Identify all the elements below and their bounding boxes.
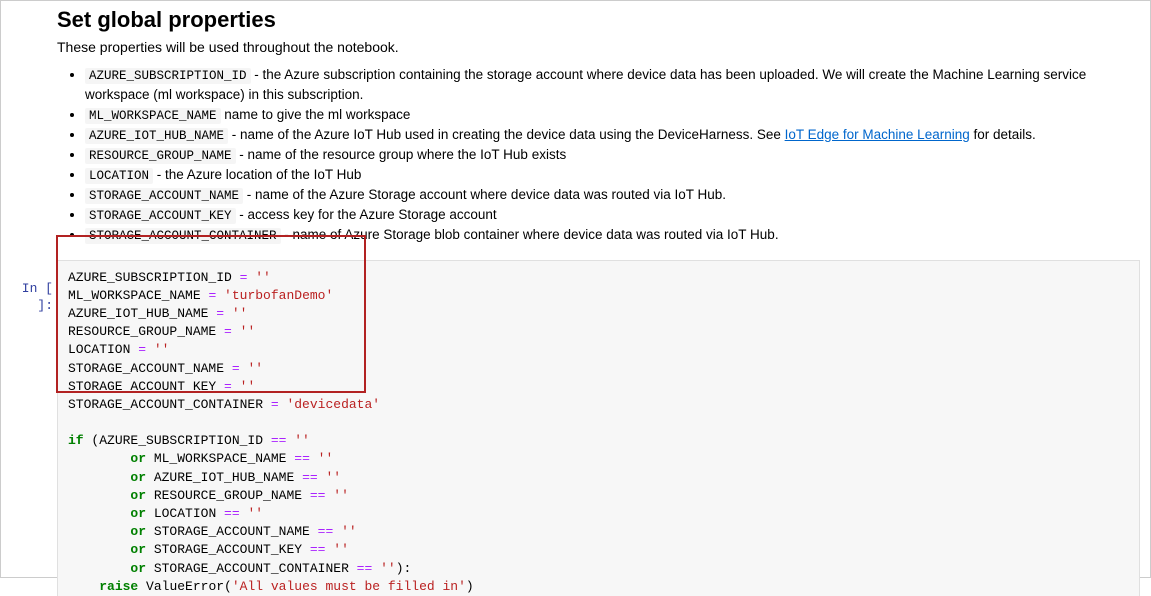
cell-gutter: In [ ]:: [1, 1, 57, 596]
list-item: STORAGE_ACCOUNT_NAME - name of the Azure…: [85, 185, 1140, 205]
intro-text: These properties will be used throughout…: [57, 39, 1140, 55]
list-item: STORAGE_ACCOUNT_CONTAINER - name of Azur…: [85, 225, 1140, 245]
property-list: AZURE_SUBSCRIPTION_ID - the Azure subscr…: [57, 65, 1140, 246]
code-block: AZURE_SUBSCRIPTION_ID = '' ML_WORKSPACE_…: [68, 269, 1129, 596]
list-item: ML_WORKSPACE_NAME name to give the ml wo…: [85, 105, 1140, 125]
list-item: RESOURCE_GROUP_NAME - name of the resour…: [85, 145, 1140, 165]
prop-code: STORAGE_ACCOUNT_CONTAINER: [85, 228, 281, 244]
list-item: STORAGE_ACCOUNT_KEY - access key for the…: [85, 205, 1140, 225]
prop-code: RESOURCE_GROUP_NAME: [85, 148, 236, 164]
code-cell[interactable]: AZURE_SUBSCRIPTION_ID = '' ML_WORKSPACE_…: [57, 260, 1140, 596]
list-item: AZURE_SUBSCRIPTION_ID - the Azure subscr…: [85, 65, 1140, 105]
prop-code: AZURE_IOT_HUB_NAME: [85, 128, 228, 144]
input-prompt: In [ ]:: [22, 281, 53, 313]
prop-code: AZURE_SUBSCRIPTION_ID: [85, 68, 251, 84]
prop-code: STORAGE_ACCOUNT_KEY: [85, 208, 236, 224]
section-heading: Set global properties: [57, 7, 1140, 33]
notebook-content: Set global properties These properties w…: [57, 1, 1150, 596]
doc-link[interactable]: IoT Edge for Machine Learning: [785, 127, 970, 142]
prop-code: LOCATION: [85, 168, 153, 184]
list-item: LOCATION - the Azure location of the IoT…: [85, 165, 1140, 185]
prop-code: ML_WORKSPACE_NAME: [85, 108, 221, 124]
list-item: AZURE_IOT_HUB_NAME - name of the Azure I…: [85, 125, 1140, 145]
prop-code: STORAGE_ACCOUNT_NAME: [85, 188, 243, 204]
